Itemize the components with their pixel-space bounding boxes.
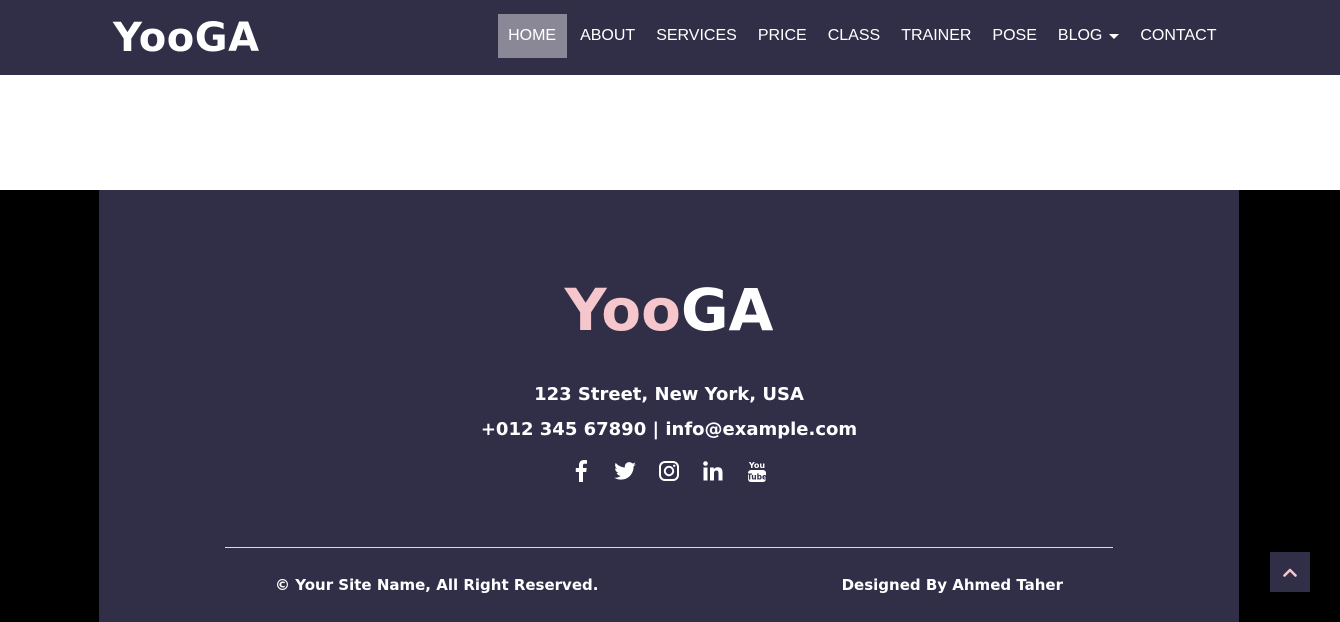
- footer: YooGA 123 Street, New York, USA +012 345…: [99, 190, 1239, 622]
- nav-price[interactable]: PRICE: [747, 14, 817, 58]
- footer-logo[interactable]: YooGA: [99, 276, 1239, 344]
- nav-pose[interactable]: POSE: [982, 14, 1047, 58]
- nav-class[interactable]: CLASS: [817, 14, 890, 58]
- linkedin-icon[interactable]: [700, 458, 726, 484]
- navbar: YooGA HOME ABOUT SERVICES PRICE CLASS TR…: [0, 0, 1340, 75]
- nav-home[interactable]: HOME: [497, 14, 567, 58]
- instagram-icon[interactable]: [656, 458, 682, 484]
- footer-divider: [225, 547, 1113, 548]
- back-to-top-button[interactable]: [1270, 552, 1310, 592]
- caret-down-icon: [1109, 33, 1120, 39]
- nav-contact[interactable]: CONTACT: [1130, 14, 1227, 58]
- twitter-icon[interactable]: [612, 458, 638, 484]
- svg-text:You: You: [748, 461, 766, 470]
- designer-credit: Designed By Ahmed Taher: [841, 576, 1063, 594]
- footer-logo-part1: Yoo: [564, 276, 681, 344]
- social-links: You Tube: [99, 458, 1239, 484]
- nav-trainer[interactable]: TRAINER: [891, 14, 982, 58]
- nav-blog[interactable]: BLOG: [1047, 14, 1129, 58]
- brand-logo[interactable]: YooGA: [113, 14, 260, 62]
- facebook-icon[interactable]: [568, 458, 594, 484]
- chevron-up-icon: [1283, 568, 1297, 577]
- footer-logo-part2: GA: [680, 276, 774, 344]
- svg-text:Tube: Tube: [747, 473, 767, 482]
- nav-services[interactable]: SERVICES: [646, 14, 748, 58]
- youtube-icon[interactable]: You Tube: [744, 458, 770, 484]
- footer-address: 123 Street, New York, USA: [534, 384, 804, 405]
- footer-contact: +012 345 67890 | info@example.com: [480, 419, 858, 440]
- copyright-text: © Your Site Name, All Right Reserved.: [275, 576, 599, 594]
- content-area: [0, 75, 1340, 190]
- nav-menu: HOME ABOUT SERVICES PRICE CLASS TRAINER …: [497, 14, 1227, 58]
- nav-about[interactable]: ABOUT: [570, 14, 646, 58]
- nav-blog-label: BLOG: [1057, 27, 1103, 44]
